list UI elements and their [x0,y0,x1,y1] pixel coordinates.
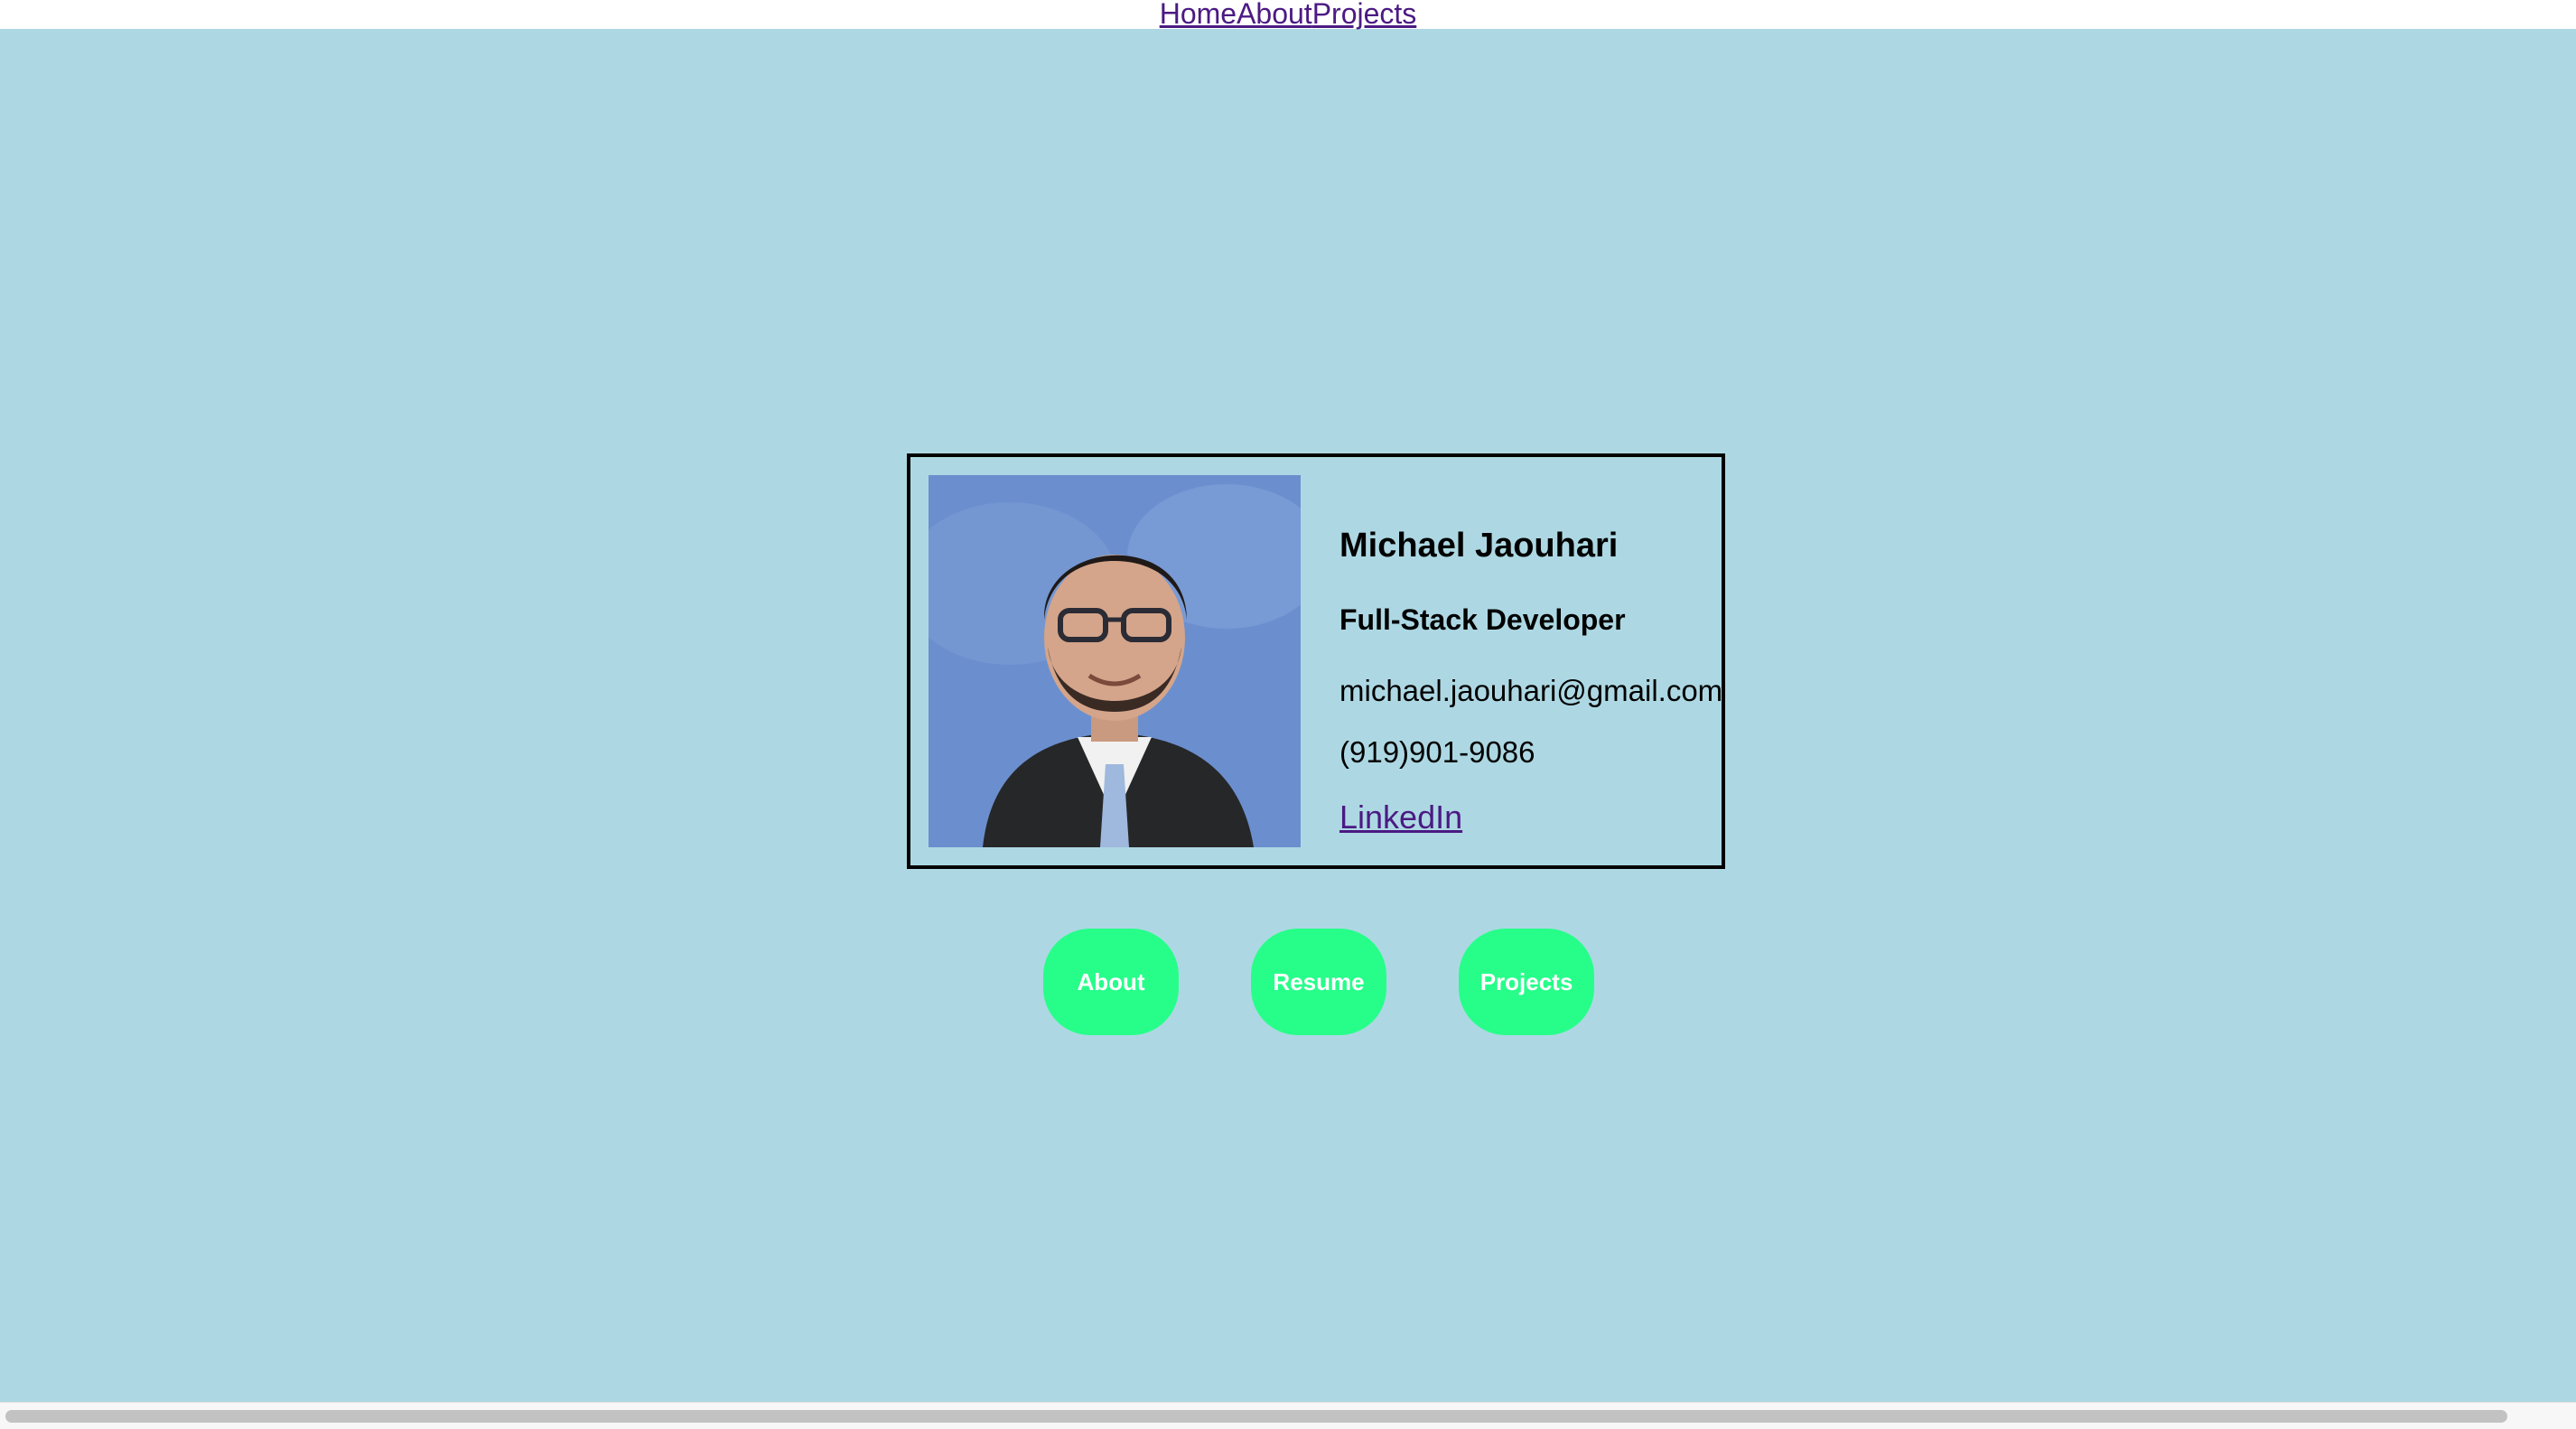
nav-link-projects[interactable]: Projects [1312,0,1417,30]
scrollbar-thumb[interactable] [5,1410,2507,1423]
profile-title: Full-Stack Developer [1339,603,1626,636]
nav-link-about[interactable]: About [1237,0,1312,30]
about-button[interactable]: About [1043,929,1179,1035]
profile-phone: (919)901-9086 [1339,735,1535,769]
profile-name: Michael Jaouhari [1339,527,1619,565]
profile-card: Michael Jaouhari Full-Stack Developer mi… [907,453,1725,869]
top-nav: HomeAboutProjects [0,0,2576,29]
projects-button[interactable]: Projects [1459,929,1594,1035]
horizontal-scrollbar[interactable] [0,1402,2576,1429]
page: HomeAboutProjects Michael Jaouhari Full-… [0,0,2576,1429]
profile-email: michael.jaouhari@gmail.com [1339,674,1723,707]
linkedin-link[interactable]: LinkedIn [1339,799,1462,836]
profile-photo [929,475,1301,847]
nav-link-home[interactable]: Home [1160,0,1237,30]
resume-button[interactable]: Resume [1251,929,1386,1035]
person-portrait-icon [929,475,1301,847]
